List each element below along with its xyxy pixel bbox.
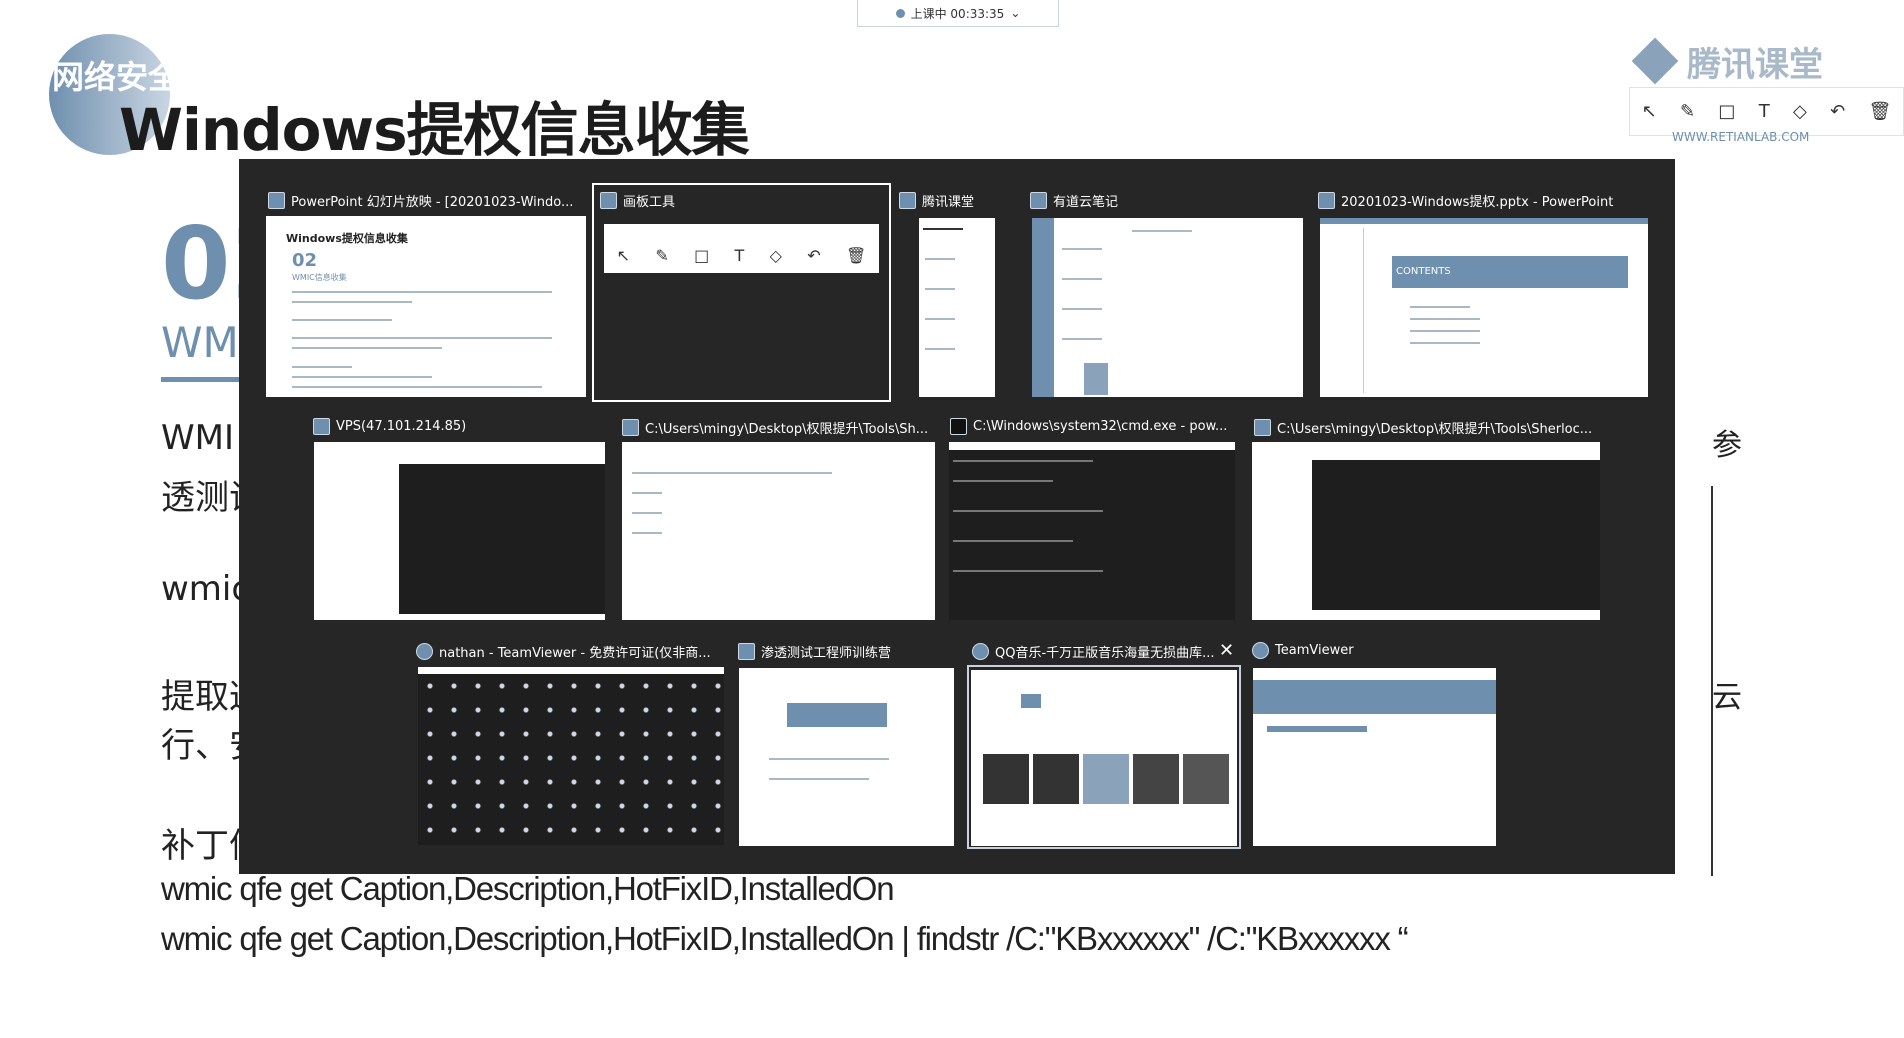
slide-title: Windows提权信息收集 <box>119 96 750 164</box>
slide-right-char: 云 <box>1712 680 1742 715</box>
undo-tool[interactable]: ↶ <box>1830 101 1845 122</box>
window-preview <box>418 667 724 845</box>
window-preview <box>919 218 995 397</box>
window-title: C:\Users\mingy\Desktop\权限提升\Tools\Sh... <box>645 422 929 437</box>
pen-tool[interactable]: ✎ <box>1680 101 1695 122</box>
chevron-down-icon[interactable]: ⌄ <box>1010 6 1020 20</box>
window-preview: ↖ ✎ □ T ◇ ↶ 🗑 <box>604 224 879 273</box>
selection-highlight <box>592 183 891 402</box>
teamviewer-icon <box>1252 642 1269 659</box>
window-preview <box>1032 218 1303 397</box>
code-line-1: wmic qfe get Caption,Description,HotFixI… <box>161 870 895 907</box>
section-title: WM <box>161 318 239 367</box>
live-dot-icon <box>895 8 905 18</box>
tencent-classroom-logo: 腾讯课堂 <box>1631 36 1845 86</box>
window-preview <box>739 668 954 846</box>
window-title: C:\Windows\system32\cmd.exe - pow... <box>973 419 1228 434</box>
window-preview <box>971 670 1237 846</box>
window-title: 腾讯课堂 <box>922 195 975 210</box>
text-tool[interactable]: T <box>1759 101 1770 122</box>
drawing-toolbar: ↖ ✎ □ T ◇ ↶ 🗑 <box>1629 87 1904 136</box>
shape-tool[interactable]: □ <box>1718 101 1735 122</box>
tencent-logo-icon <box>1631 37 1679 85</box>
preview-title: Windows提权信息收集 <box>286 232 408 245</box>
tencent-logo-text: 腾讯课堂 <box>1687 44 1823 85</box>
teamviewer-icon <box>416 643 433 660</box>
class-timer: 上课中 00:33:35 <box>910 6 1005 21</box>
slide-line: WMI <box>161 418 234 458</box>
window-title: VPS(47.101.214.85) <box>336 419 467 434</box>
window-preview <box>1253 668 1496 846</box>
window-title: nathan - TeamViewer - 免费许可证(仅非商... <box>439 646 711 661</box>
window-preview <box>949 442 1235 620</box>
window-preview <box>622 442 935 620</box>
whiteboard-icon <box>600 192 617 209</box>
window-title: PowerPoint 幻灯片放映 - [20201023-Windo... <box>291 195 574 210</box>
remote-desktop-icon <box>313 418 330 435</box>
cmd-icon <box>950 418 967 435</box>
slide-line: wmic <box>161 569 251 609</box>
window-title: 渗透测试工程师训练营 <box>761 646 892 661</box>
window-preview <box>1252 442 1600 620</box>
powershell-ise-icon <box>1254 419 1271 436</box>
window-title: 有道云笔记 <box>1053 195 1119 210</box>
pointer-tool[interactable]: ↖ <box>1642 101 1657 122</box>
window-title: 画板工具 <box>623 195 676 210</box>
preview-contents: CONTENTS <box>1392 256 1628 288</box>
class-status-banner[interactable]: 上课中 00:33:35 ⌄ <box>857 0 1059 27</box>
preview-subtitle: WMIC信息收集 <box>292 273 347 282</box>
close-window-button[interactable]: ✕ <box>1219 640 1234 661</box>
eraser-tool[interactable]: ◇ <box>1793 101 1807 122</box>
slide-divider <box>1711 486 1713 876</box>
clear-tool[interactable]: 🗑 <box>1868 101 1891 122</box>
powerpoint-icon <box>1318 192 1335 209</box>
window-title: C:\Users\mingy\Desktop\权限提升\Tools\Sherlo… <box>1277 422 1593 437</box>
qq-music-icon <box>972 643 989 660</box>
powerpoint-icon <box>268 192 285 209</box>
window-preview: CONTENTS <box>1320 218 1648 397</box>
window-title: TeamViewer <box>1275 643 1354 658</box>
preview-number: 02 <box>292 250 318 271</box>
section-underline <box>161 377 241 382</box>
slide-right-char: 参 <box>1712 428 1742 463</box>
window-title: QQ音乐-千万正版音乐海量无损曲库... <box>995 646 1215 661</box>
tencent-classroom-icon <box>899 192 916 209</box>
chat-app-icon <box>738 643 755 660</box>
folder-icon <box>622 419 639 436</box>
lab-url: WWW.RETIANLAB.COM <box>1672 130 1810 144</box>
window-title: 20201023-Windows提权.pptx - PowerPoint <box>1341 195 1614 210</box>
code-line-2: wmic qfe get Caption,Description,HotFixI… <box>161 920 1409 957</box>
window-preview: Windows提权信息收集 02 WMIC信息收集 <box>266 216 586 397</box>
window-preview <box>314 442 605 620</box>
youdao-note-icon <box>1030 192 1047 209</box>
